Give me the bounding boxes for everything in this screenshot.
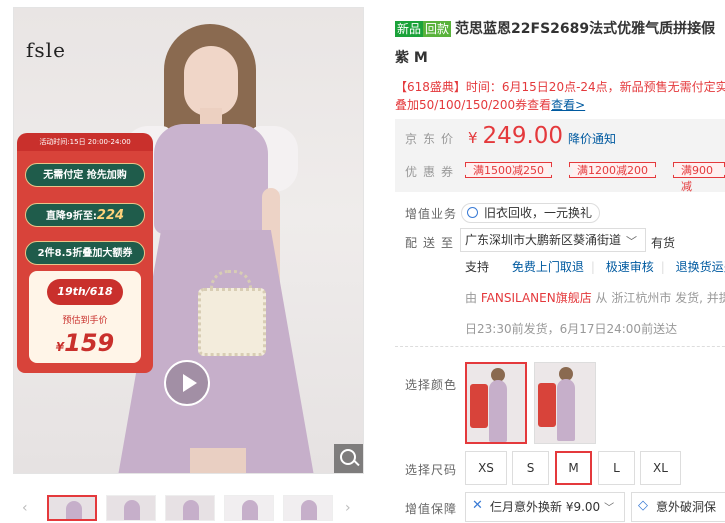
- tag-new: 新品: [395, 21, 424, 37]
- thumbnail-figure: [242, 500, 258, 520]
- coupon-label: 优惠券: [405, 165, 460, 179]
- address-select[interactable]: 广东深圳市大鹏新区葵涌街道: [460, 228, 646, 252]
- thumbnail-image[interactable]: [283, 495, 333, 521]
- thumb-next-arrow-icon[interactable]: ›: [345, 500, 351, 516]
- promo-text: 【618盛典】时间：6月15日20点-24点，新品预售无需付定实付: [395, 80, 725, 94]
- color-swatch[interactable]: [534, 362, 596, 444]
- tag-return: 回款: [423, 21, 452, 37]
- product-title-text: 范思蓝恩22FS2689法式优雅气质拼接假: [455, 21, 716, 37]
- promo-estimated-value: 159: [64, 329, 115, 357]
- coupon-item[interactable]: 满1500减250: [465, 162, 552, 178]
- support-free-pickup[interactable]: 免费上门取退: [512, 260, 584, 274]
- promo-item-discount-label: 直降9折至:: [45, 211, 97, 222]
- promo-text-2: 叠加50/100/150/200券查看查看>: [395, 96, 585, 113]
- size-label: 选择尺码: [405, 463, 458, 477]
- thumbnail-figure: [183, 500, 199, 520]
- stock-status: 有货: [651, 236, 676, 250]
- promo-date-badge: 19th/618: [47, 279, 123, 305]
- support-label: 支持: [465, 260, 490, 274]
- warranty-label: 增值保障: [405, 502, 458, 516]
- product-title: 新品 回款 范思蓝恩22FS2689法式优雅气质拼接假: [395, 19, 725, 39]
- dress-bodice: [154, 124, 268, 234]
- recycle-icon: [467, 207, 478, 218]
- support-row: 支持| 免费上门取退| 极速审核| 退换货运费险: [465, 258, 725, 275]
- price-label: 京东价: [405, 132, 460, 146]
- thumbnail-figure: [124, 500, 140, 520]
- size-option-s[interactable]: S: [512, 451, 549, 485]
- size-option-xs[interactable]: XS: [465, 451, 507, 485]
- thumbnail-image[interactable]: [47, 495, 97, 521]
- color-label: 选择颜色: [405, 378, 458, 392]
- swatch-promo: [538, 383, 556, 427]
- pearl-bag: [198, 288, 266, 356]
- swatch-dress: [489, 380, 507, 442]
- swatch-dress: [557, 379, 575, 441]
- thumbnail-image[interactable]: [224, 495, 274, 521]
- thumbnail-figure: [301, 500, 317, 520]
- price-notify-link[interactable]: 降价通知: [568, 130, 616, 147]
- tradein-button[interactable]: 旧衣回收，一元换礼: [461, 203, 601, 223]
- promo-estimated-currency: ¥: [55, 340, 65, 354]
- promo-item-no-deposit: 无需付定 抢先加购: [25, 163, 145, 187]
- swatch-promo: [470, 384, 488, 428]
- divider: |: [590, 260, 595, 274]
- support-shipping-insurance[interactable]: 退换货运费险: [676, 260, 725, 274]
- promo-time-banner: 活动时间:15日 20:00-24:00: [17, 133, 153, 151]
- coupon-item[interactable]: 满900减: [673, 162, 725, 193]
- delivery-estimate: 日23:30前发货，6月17日24:00前送达: [465, 322, 678, 336]
- color-swatch-selected[interactable]: [465, 362, 527, 444]
- promo-overlay: 活动时间:15日 20:00-24:00 无需付定 抢先加购 直降9折至:224…: [17, 133, 153, 373]
- chevron-down-icon[interactable]: ﹀: [604, 503, 614, 514]
- size-option-l[interactable]: L: [598, 451, 635, 485]
- model-legs: [190, 448, 246, 473]
- thumb-prev-arrow-icon[interactable]: ‹: [22, 500, 28, 516]
- brand-logo: fsle: [26, 38, 66, 62]
- main-product-image[interactable]: fsle 活动时间:15日 20:00-24:00 无需付定 抢先加购 直降9折…: [13, 7, 364, 474]
- price-value: ¥249.00: [468, 123, 563, 149]
- size-option-m[interactable]: M: [555, 451, 592, 485]
- size-option-xl[interactable]: XL: [640, 451, 681, 485]
- shop-origin: 从 浙江杭州市 发货, 并提: [595, 291, 725, 305]
- play-video-button[interactable]: [164, 360, 210, 406]
- shop-name-link[interactable]: FANSILANEN旗舰店: [481, 291, 592, 305]
- chevron-down-icon[interactable]: ﹀: [626, 233, 637, 249]
- thumbnail-image[interactable]: [165, 495, 215, 521]
- promo-estimated-price: ¥159: [29, 329, 141, 357]
- promo-item-bundle: 2件8.5折叠加大额券: [25, 241, 145, 265]
- price-currency: ¥: [468, 129, 478, 147]
- warranty-option-replace[interactable]: 仨月意外换新 ¥9.00 ﹀: [465, 492, 625, 522]
- services-label: 增值业务: [405, 207, 458, 221]
- promo-item-discount-price: 224: [96, 208, 125, 223]
- shop-prefix: 由: [465, 291, 478, 305]
- tools-icon: ✕: [472, 498, 483, 513]
- promo-item-discount: 直降9折至:224: [25, 203, 145, 227]
- promo-coupon-text: 叠加50/100/150/200券查看: [395, 98, 552, 112]
- thumbnail-image[interactable]: [106, 495, 156, 521]
- product-title-line2: 紫 M: [395, 50, 428, 66]
- coupon-item[interactable]: 满1200减200: [569, 162, 656, 178]
- promo-view-link[interactable]: 查看>: [551, 98, 585, 112]
- shipping-label: 配送至: [405, 236, 460, 250]
- zoom-magnifier-icon[interactable]: [334, 444, 363, 473]
- section-divider: [395, 346, 725, 347]
- warranty-option-replace-label: 仨月意外换新 ¥9.00: [490, 500, 601, 514]
- price-amount: 249.00: [482, 123, 564, 149]
- model-face: [184, 46, 238, 116]
- support-fast-review[interactable]: 极速审核: [606, 260, 654, 274]
- divider: |: [660, 260, 665, 274]
- shield-icon: ◇: [638, 498, 648, 513]
- thumbnail-figure: [66, 501, 82, 519]
- promo-estimated-label: 预估到手价: [62, 316, 108, 326]
- shop-row: 由 FANSILANEN旗舰店 从 浙江杭州市 发货, 并提: [465, 289, 725, 306]
